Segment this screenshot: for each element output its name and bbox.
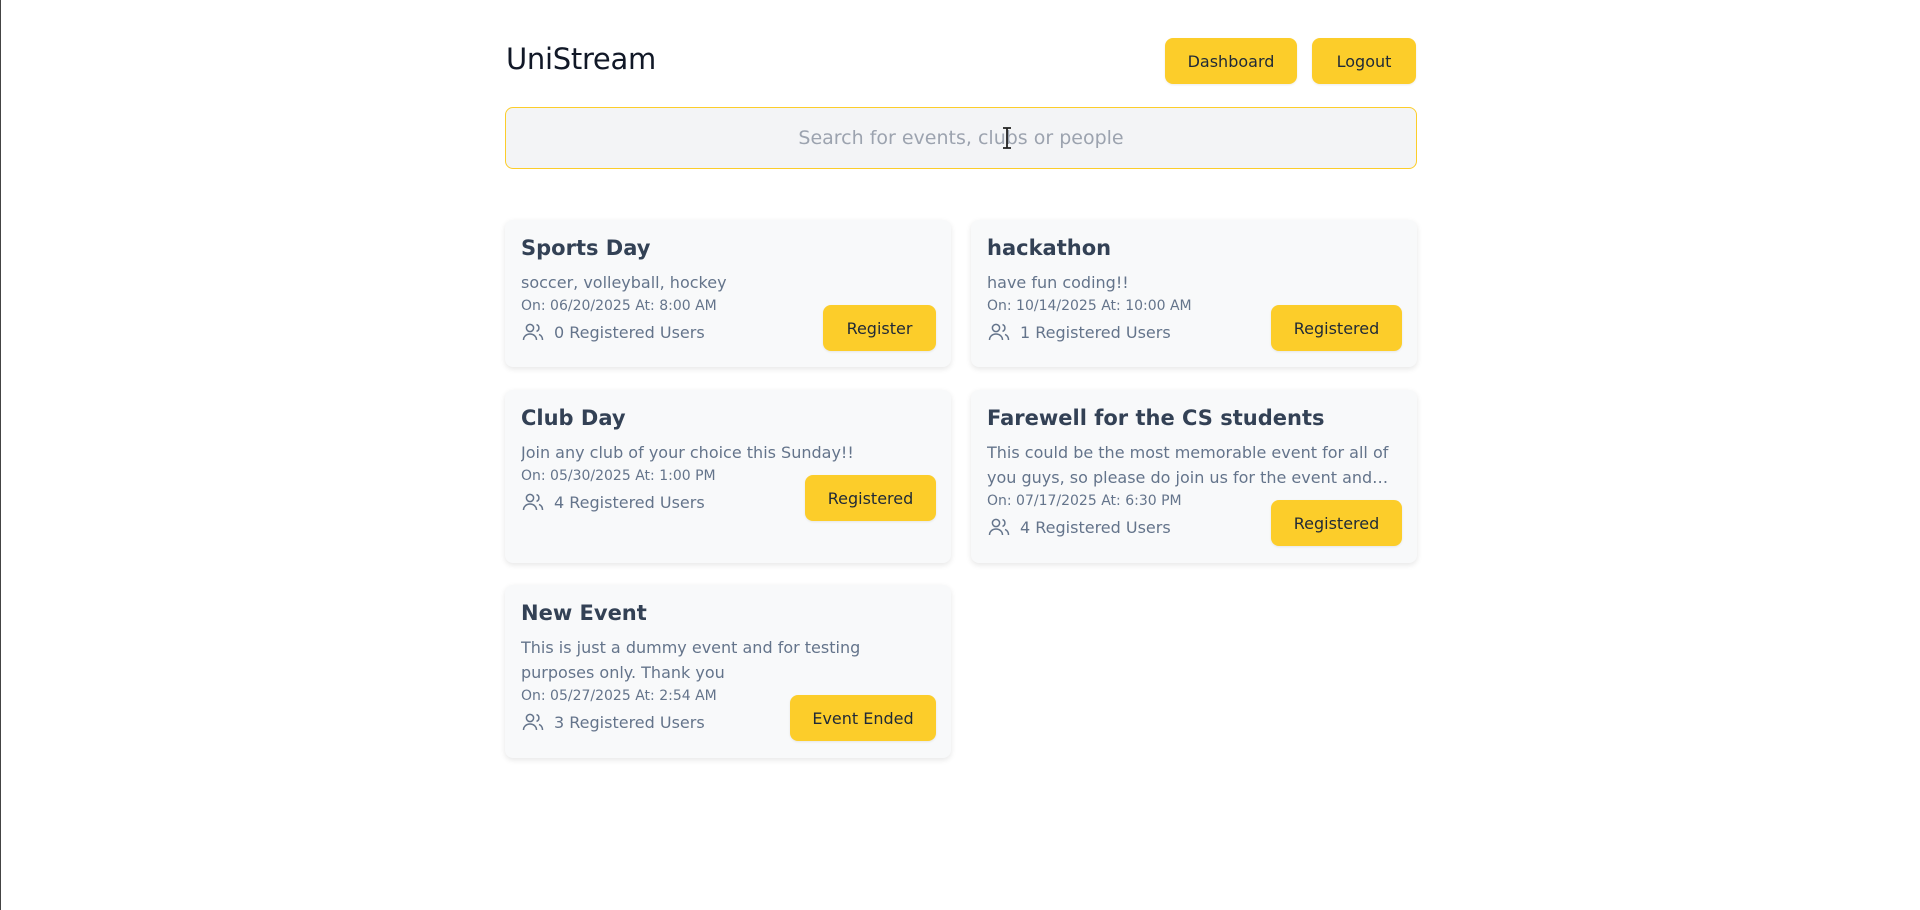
event-card-farewell: Farewell for the CS students This could …	[971, 390, 1417, 563]
event-card-hackathon: hackathon have fun coding!! On: 10/14/20…	[971, 220, 1417, 367]
event-description: Join any club of your choice this Sunday…	[521, 443, 854, 462]
event-card-club-day: Club Day Join any club of your choice th…	[505, 390, 951, 563]
search-input[interactable]	[505, 107, 1417, 169]
registered-button[interactable]: Registered	[1271, 305, 1402, 351]
header: UniStream Dashboard Logout	[505, 38, 1417, 84]
register-button[interactable]: Register	[823, 305, 936, 351]
event-title: Farewell for the CS students	[987, 406, 1325, 430]
registered-users-count: 1 Registered Users	[1020, 322, 1171, 342]
event-description: This is just a dummy event and for testi…	[521, 638, 861, 682]
users-icon	[522, 323, 544, 341]
app-title: UniStream	[506, 42, 656, 76]
event-description: have fun coding!!	[987, 273, 1129, 292]
event-card-sports-day: Sports Day soccer, volleyball, hockey On…	[505, 220, 951, 367]
users-icon	[522, 493, 544, 511]
users-icon	[988, 323, 1010, 341]
registered-button[interactable]: Registered	[1271, 500, 1402, 546]
event-description: soccer, volleyball, hockey	[521, 273, 727, 292]
users-icon	[522, 713, 544, 731]
registered-users-count: 3 Registered Users	[554, 712, 705, 732]
event-title: New Event	[521, 601, 647, 625]
event-title: Sports Day	[521, 236, 651, 260]
event-description: This could be the most memorable event f…	[987, 443, 1389, 487]
event-ended-button[interactable]: Event Ended	[790, 695, 936, 741]
event-title: Club Day	[521, 406, 626, 430]
event-card-new-event: New Event This is just a dummy event and…	[505, 585, 951, 758]
registered-users-count: 4 Registered Users	[1020, 517, 1171, 537]
logout-button[interactable]: Logout	[1312, 38, 1416, 84]
dashboard-button[interactable]: Dashboard	[1165, 38, 1297, 84]
registered-users-count: 0 Registered Users	[554, 322, 705, 342]
users-icon	[988, 518, 1010, 536]
event-title: hackathon	[987, 236, 1112, 260]
registered-button[interactable]: Registered	[805, 475, 936, 521]
registered-users-count: 4 Registered Users	[554, 492, 705, 512]
